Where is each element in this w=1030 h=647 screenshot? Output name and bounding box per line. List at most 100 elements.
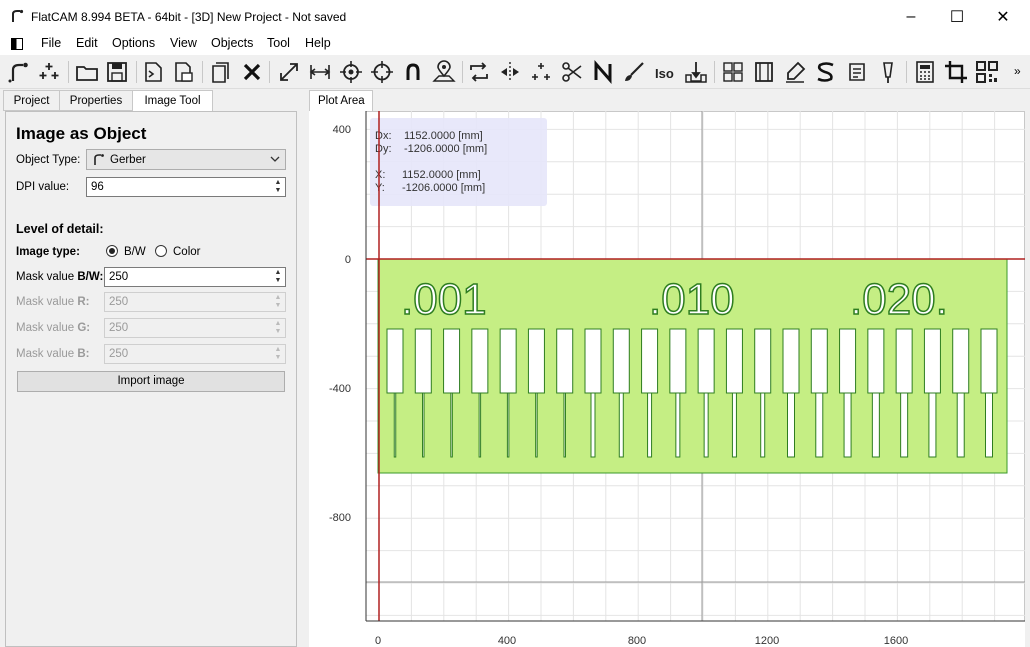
gerber-object[interactable]: .001 .010 .020. xyxy=(377,258,1008,474)
menu-file[interactable]: File xyxy=(41,36,61,50)
spin-arrows-icon[interactable]: ▲ ▼ xyxy=(272,269,284,285)
flip-icon[interactable] xyxy=(497,59,523,85)
gerber-bar xyxy=(669,328,687,394)
qrcode-icon[interactable] xyxy=(974,59,1000,85)
tab-project[interactable]: Project xyxy=(3,90,60,111)
spin-arrows-icon[interactable]: ▲ ▼ xyxy=(272,179,284,195)
open-script-icon[interactable] xyxy=(170,59,196,85)
gerber-bar xyxy=(697,328,715,394)
film-icon[interactable] xyxy=(751,59,777,85)
clear-plot-icon[interactable] xyxy=(208,59,234,85)
gerber-bar xyxy=(675,392,681,458)
dpi-spinbox[interactable]: 96 ▲ ▼ xyxy=(86,177,286,197)
radio-bw[interactable] xyxy=(106,245,118,257)
menu-objects[interactable]: Objects xyxy=(211,36,253,50)
mask-bw-spinbox[interactable]: 250 ▲ ▼ xyxy=(104,267,286,287)
gerber-bar xyxy=(535,392,538,458)
panelize-icon[interactable] xyxy=(720,59,746,85)
gerber-bar xyxy=(731,392,737,458)
new-script-icon[interactable] xyxy=(140,59,166,85)
gerber-bar xyxy=(952,328,970,394)
toolbar-overflow-button[interactable]: » xyxy=(1014,64,1021,78)
locate-pin-icon[interactable] xyxy=(431,59,457,85)
level-of-detail-heading: Level of detail: xyxy=(16,222,104,236)
mask-r-value: 250 xyxy=(109,296,129,308)
delete-x-icon[interactable] xyxy=(239,59,265,85)
import-image-button[interactable]: Import image xyxy=(17,371,285,392)
gerber-bar xyxy=(928,392,937,458)
crop-icon[interactable] xyxy=(943,59,969,85)
save-icon[interactable] xyxy=(104,59,130,85)
hud-dx-label: Dx: xyxy=(375,130,392,142)
plot-canvas[interactable]: Dx: 1152.0000 [mm] Dy: -1206.0000 [mm] X… xyxy=(309,111,1025,647)
magnet-snap-icon[interactable] xyxy=(400,59,426,85)
gerber-bar xyxy=(810,328,828,394)
scissors-icon[interactable] xyxy=(559,59,585,85)
new-excellon-icon[interactable] xyxy=(36,59,62,85)
gerber-bar xyxy=(590,392,596,458)
align-icon[interactable] xyxy=(528,59,554,85)
sub-tool-icon[interactable] xyxy=(813,59,839,85)
ncc-icon[interactable] xyxy=(590,59,616,85)
object-type-select[interactable]: Gerber xyxy=(86,149,286,170)
gerber-bar xyxy=(754,328,772,394)
x-tick-label: 400 xyxy=(498,635,516,647)
replot-icon[interactable] xyxy=(466,59,492,85)
mask-g-spinbox: 250 ▲ ▼ xyxy=(104,318,286,338)
zoom-fit-icon[interactable] xyxy=(276,59,302,85)
gerber-bar xyxy=(895,328,913,394)
hud-y-value: -1206.0000 [mm] xyxy=(402,182,485,194)
radio-color[interactable] xyxy=(155,245,167,257)
paint-brush-icon[interactable] xyxy=(621,59,647,85)
panel-title: Image as Object xyxy=(16,124,147,143)
solder-paste-icon[interactable] xyxy=(782,59,808,85)
isolation-icon[interactable]: Iso xyxy=(652,59,678,85)
gerber-bar xyxy=(386,328,404,394)
menu-bar: File Edit Options View Objects Tool Help xyxy=(0,33,1030,55)
gerber-bar xyxy=(471,328,489,394)
gerber-bar xyxy=(584,328,602,394)
gerber-bar xyxy=(393,392,397,458)
menu-help[interactable]: Help xyxy=(305,36,331,50)
open-folder-icon[interactable] xyxy=(74,59,100,85)
rules-check-icon[interactable] xyxy=(844,59,870,85)
y-tick-label: -800 xyxy=(329,512,351,524)
svg-text:Iso: Iso xyxy=(655,66,674,81)
dpi-label: DPI value: xyxy=(16,181,70,193)
calculator-icon[interactable] xyxy=(912,59,938,85)
menu-tool[interactable]: Tool xyxy=(267,36,290,50)
coordinates-hud: Dx: 1152.0000 [mm] Dy: -1206.0000 [mm] X… xyxy=(370,118,547,206)
gerber-bar xyxy=(839,328,857,394)
window-title: FlatCAM 8.994 BETA - 64bit - [3D] New Pr… xyxy=(31,10,347,24)
new-gerber-icon[interactable] xyxy=(6,59,32,85)
mask-bw-label: Mask value B/W: xyxy=(16,271,104,283)
jump-to-icon[interactable] xyxy=(369,59,395,85)
gerber-bar xyxy=(556,328,574,394)
spin-arrows-icon: ▲ ▼ xyxy=(274,320,282,335)
mask-b-label: Mask value B: xyxy=(16,348,90,360)
flatcam-logo-icon xyxy=(12,9,24,22)
minimize-button[interactable]: – xyxy=(888,4,934,30)
maximize-button[interactable]: ☐ xyxy=(934,4,980,30)
object-type-label: Object Type: xyxy=(16,154,81,166)
gerber-label-020: .020. xyxy=(850,275,948,324)
menu-edit[interactable]: Edit xyxy=(76,36,98,50)
menu-view[interactable]: View xyxy=(170,36,197,50)
tab-properties[interactable]: Properties xyxy=(59,90,133,111)
gerber-bar xyxy=(703,392,709,458)
distance-icon[interactable] xyxy=(307,59,333,85)
origin-target-icon[interactable] xyxy=(338,59,364,85)
mask-g-label: Mask value G: xyxy=(16,322,91,334)
spin-arrows-icon: ▲ ▼ xyxy=(274,346,282,361)
optimal-icon[interactable] xyxy=(875,59,901,85)
tab-image-tool[interactable]: Image Tool xyxy=(132,90,213,112)
x-tick-label: 0 xyxy=(375,635,381,647)
x-tick-label: 1200 xyxy=(755,635,779,647)
close-window-button[interactable]: ✕ xyxy=(980,4,1026,30)
menu-options[interactable]: Options xyxy=(112,36,155,50)
drill-icon[interactable] xyxy=(683,59,709,85)
panel-toggle-icon[interactable] xyxy=(11,38,23,50)
tab-plot-area[interactable]: Plot Area xyxy=(309,90,373,112)
gerber-bar xyxy=(450,392,453,458)
radio-bw-label: B/W xyxy=(124,246,146,258)
